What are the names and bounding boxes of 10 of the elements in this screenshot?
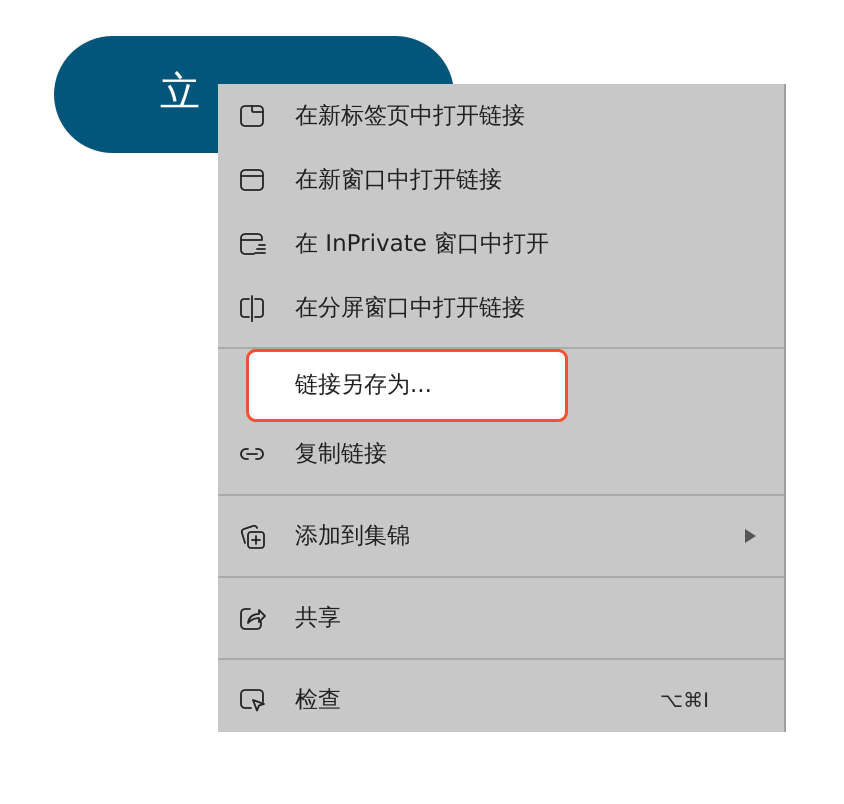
menu-item-label: 在分屏窗口中打开链接 <box>295 294 525 323</box>
menu-item-label: 在新标签页中打开链接 <box>295 102 525 131</box>
menu-item-label: 在新窗口中打开链接 <box>295 166 502 195</box>
menu-item-label: 添加到集锦 <box>295 522 410 551</box>
menu-item-label: 复制链接 <box>295 440 387 469</box>
menu-item-label: 链接另存为... <box>295 371 432 400</box>
menu-item-label: 在 InPrivate 窗口中打开 <box>295 230 550 259</box>
menu-item-label: 共享 <box>295 604 341 633</box>
keyboard-shortcut: ⌥⌘I <box>660 687 709 714</box>
menu-item-label: 检查 <box>295 686 341 715</box>
